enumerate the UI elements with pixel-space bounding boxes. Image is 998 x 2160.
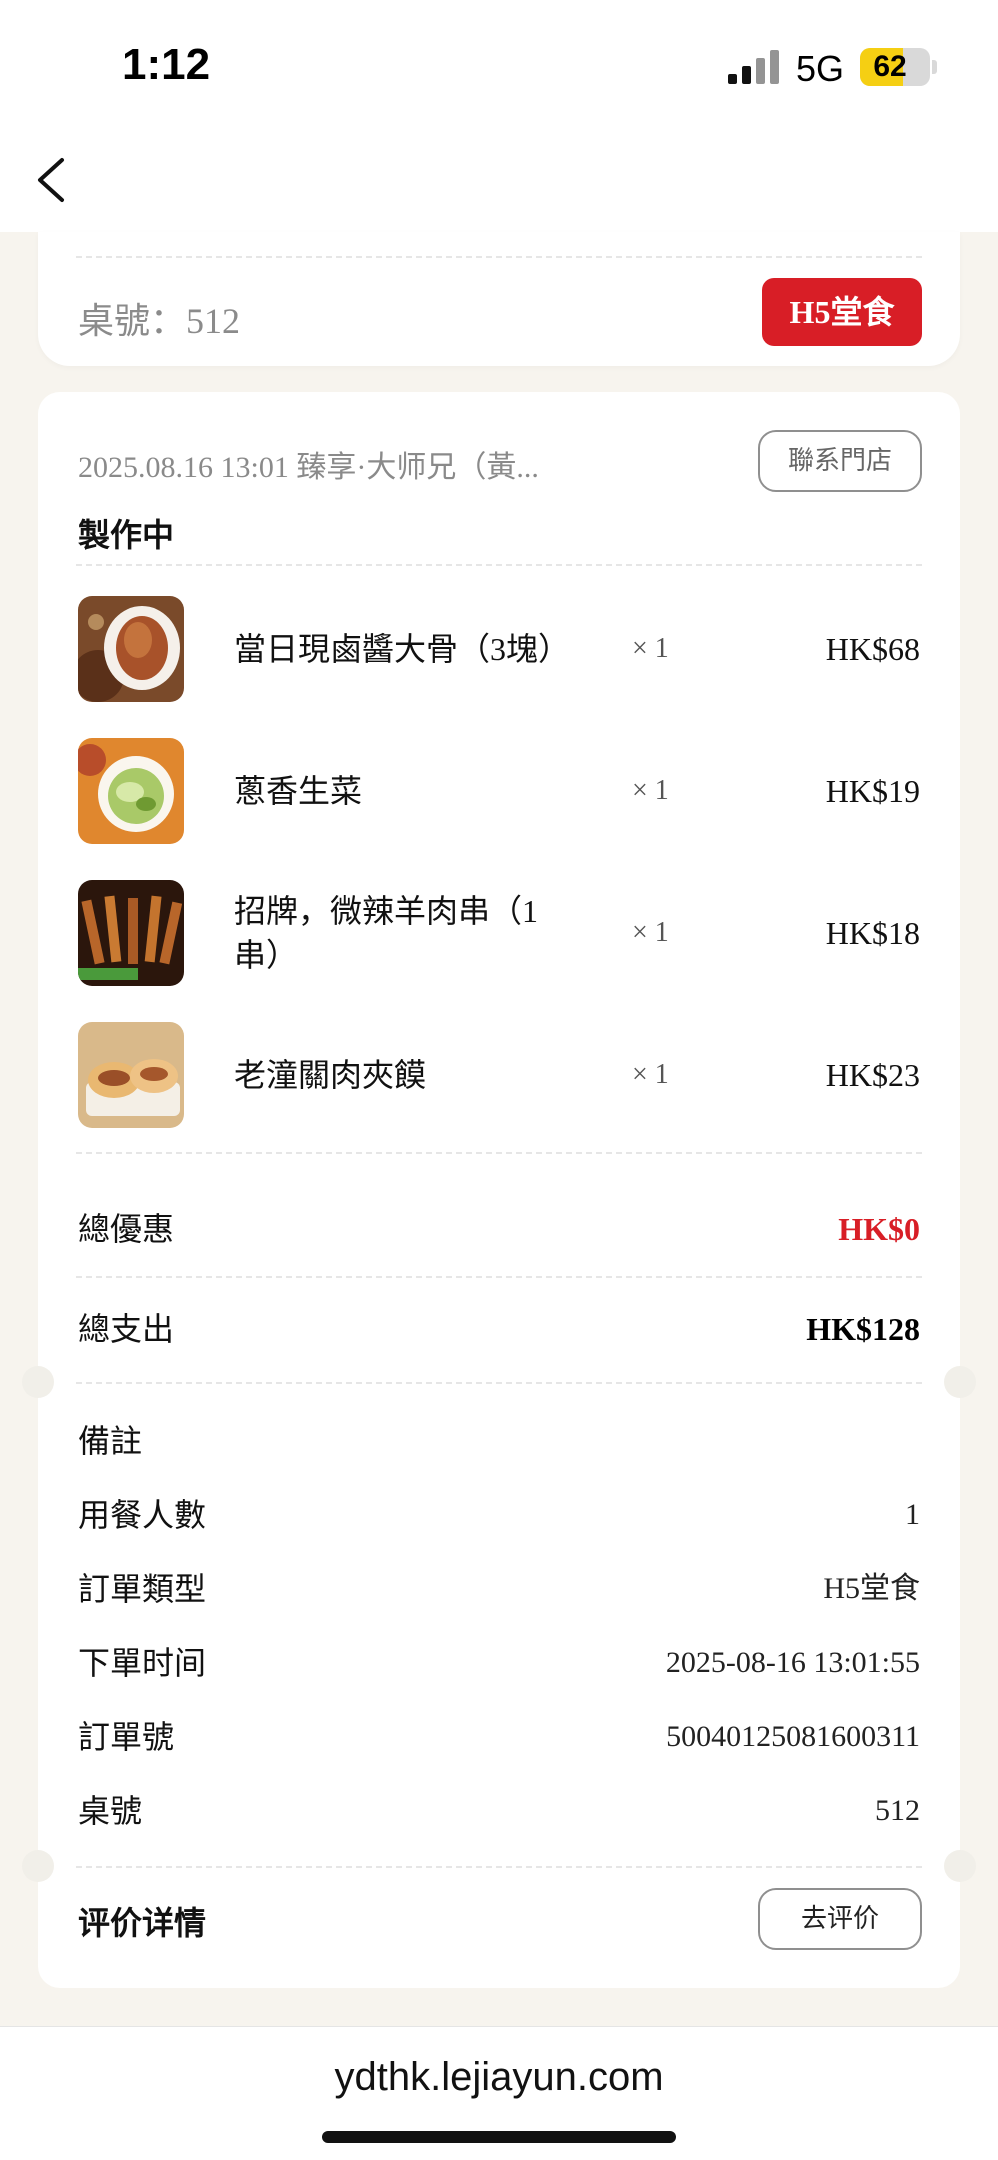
item-name: 招牌，微辣羊肉串（1串） [234, 893, 539, 973]
divider [76, 1382, 922, 1384]
item-name: 蔥香生菜 [234, 773, 363, 809]
item-name: 老潼關肉夾饃 [234, 1057, 427, 1093]
detail-row: 訂單類型 H5堂食 [78, 1564, 920, 1614]
chevron-left-icon[interactable] [28, 152, 84, 208]
discount-value: HK$0 [838, 1211, 920, 1247]
lettuce-dish-image [78, 738, 184, 844]
order-status: 製作中 [78, 517, 175, 553]
item-qty: × 1 [632, 775, 669, 806]
remarks-label: 備註 [78, 1423, 143, 1459]
table-card: 桌號：512 H5堂食 [38, 232, 960, 366]
detail-value: H5堂食 [823, 1572, 920, 1605]
divider [76, 256, 922, 258]
item-price: HK$68 [825, 631, 920, 667]
status-time: 1:12 [122, 40, 211, 89]
remarks-row: 備註 [78, 1416, 920, 1466]
detail-label: 下單时间 [78, 1645, 207, 1681]
discount-row: 總優惠 HK$0 [78, 1204, 920, 1254]
notch [22, 1850, 54, 1882]
battery-icon: 62 [860, 48, 930, 86]
detail-value: 1 [905, 1498, 920, 1531]
order-card: 2025.08.16 13:01 臻享·大师兄（黃... 聯系門店 製作中 當日… [22, 392, 976, 1988]
detail-row: 訂單號 50040125081600311 [78, 1712, 920, 1762]
notch [944, 1850, 976, 1882]
item-name: 當日現鹵醬大骨（3塊） [234, 631, 571, 667]
contact-store-button[interactable]: 聯系門店 [758, 430, 922, 492]
detail-label: 訂單類型 [78, 1571, 207, 1607]
notch [944, 1366, 976, 1398]
network-type: 5G [796, 48, 845, 89]
order-item: 蔥香生菜 × 1 HK$19 [78, 738, 920, 844]
total-row: 總支出 HK$128 [78, 1304, 920, 1354]
divider [76, 564, 922, 566]
detail-value: 50040125081600311 [666, 1720, 920, 1753]
home-indicator[interactable] [322, 2131, 676, 2143]
item-price: HK$19 [825, 773, 920, 809]
order-meta: 2025.08.16 13:01 臻享·大师兄（黃... [78, 451, 539, 484]
divider [76, 1866, 922, 1868]
detail-row: 用餐人數 1 [78, 1490, 920, 1540]
battery-cap [932, 60, 937, 74]
total-value: HK$128 [806, 1311, 920, 1347]
review-title: 评价详情 [78, 1905, 207, 1941]
detail-row: 桌號 512 [78, 1786, 920, 1836]
braised-bone-dish-image [78, 596, 184, 702]
detail-label: 訂單號 [78, 1719, 175, 1755]
detail-label: 用餐人數 [78, 1497, 207, 1533]
signal-bars-icon [728, 50, 780, 84]
dine-in-badge: H5堂食 [762, 278, 922, 346]
browser-url-bar[interactable]: ydthk.lejiayun.com [0, 2026, 998, 2160]
total-label: 總支出 [78, 1311, 175, 1347]
divider [76, 1276, 922, 1278]
detail-row: 下單时间 2025-08-16 13:01:55 [78, 1638, 920, 1688]
roujiamo-dish-image [78, 1022, 184, 1128]
detail-label: 桌號 [78, 1793, 143, 1829]
discount-label: 總優惠 [78, 1211, 175, 1247]
notch [22, 1366, 54, 1398]
divider [76, 1152, 922, 1154]
table-number-label: 桌號：512 [78, 301, 241, 341]
order-item: 老潼關肉夾饃 × 1 HK$23 [78, 1022, 920, 1128]
nav-bar [0, 132, 998, 232]
url-text[interactable]: ydthk.lejiayun.com [0, 2055, 998, 2100]
item-price: HK$23 [825, 1057, 920, 1093]
battery-percent: 62 [873, 50, 907, 83]
review-button[interactable]: 去评价 [758, 1888, 922, 1950]
detail-value: 512 [875, 1794, 920, 1827]
item-qty: × 1 [632, 633, 669, 664]
lamb-skewer-dish-image [78, 880, 184, 986]
item-qty: × 1 [632, 1059, 669, 1090]
order-item: 招牌，微辣羊肉串（1串） × 1 HK$18 [78, 880, 920, 986]
detail-value: 2025-08-16 13:01:55 [665, 1646, 920, 1679]
status-bar: 1:12 5G 62 [0, 0, 998, 132]
order-item: 當日現鹵醬大骨（3塊） × 1 HK$68 [78, 596, 920, 702]
item-qty: × 1 [632, 917, 669, 948]
item-price: HK$18 [825, 915, 920, 951]
